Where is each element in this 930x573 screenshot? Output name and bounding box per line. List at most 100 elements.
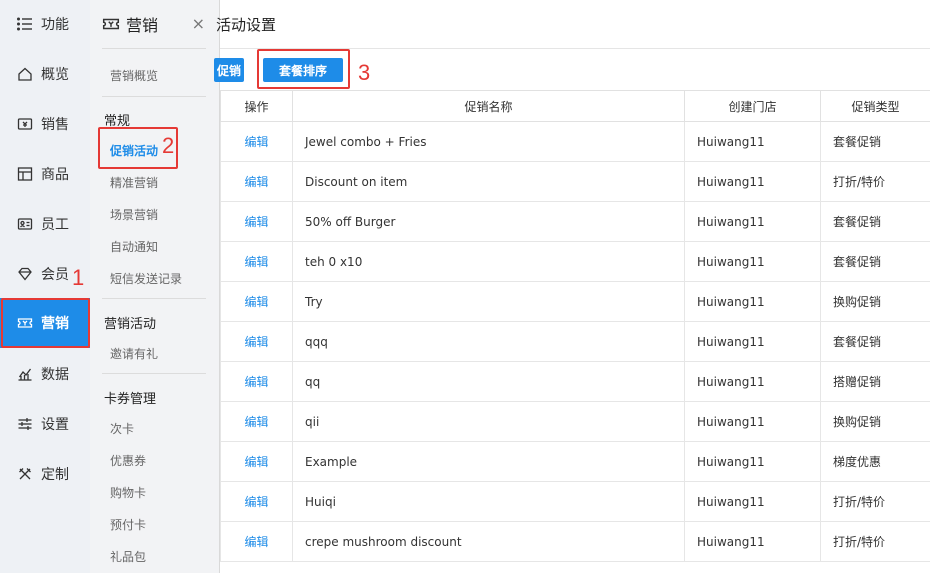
promotion-type-cell: 打折/特价 [820, 161, 930, 202]
diamond-icon [16, 265, 34, 283]
table-row: 编辑 Discount on item Huiwang11 打折/特价 [220, 161, 930, 202]
nav-item-label: 员工 [41, 217, 69, 233]
nav-item-label: 概览 [41, 67, 69, 83]
divider [102, 373, 206, 374]
edit-link[interactable]: 编辑 [244, 455, 268, 469]
table-row: 编辑 qq Huiwang11 搭赠促销 [220, 361, 930, 402]
column-header-name: 促销名称 [292, 90, 685, 122]
submenu-item-sms-records[interactable]: 短信发送记录 [110, 270, 182, 287]
promotion-name-cell: crepe mushroom discount [292, 521, 685, 562]
submenu-title: 营销 [126, 16, 159, 35]
promotion-type-cell: 换购促销 [820, 401, 930, 442]
edit-cell: 编辑 [220, 521, 293, 562]
edit-cell: 编辑 [220, 241, 293, 282]
coupon-icon [102, 18, 120, 30]
promo-button[interactable]: 促销 [214, 58, 244, 82]
chart-icon [16, 365, 34, 383]
edit-link[interactable]: 编辑 [244, 295, 268, 309]
cash-register-icon [16, 115, 34, 133]
edit-link[interactable]: 编辑 [244, 375, 268, 389]
nav-item-sales[interactable]: 销售 [0, 100, 90, 148]
sliders-icon [16, 415, 34, 433]
edit-cell: 编辑 [220, 401, 293, 442]
nav-item-staff[interactable]: 员工 [0, 200, 90, 248]
promotion-name-cell: teh 0 x10 [292, 241, 685, 282]
promotion-name-cell: Example [292, 441, 685, 482]
tools-icon [16, 465, 34, 483]
submenu-item-invite[interactable]: 邀请有礼 [110, 345, 158, 362]
submenu-header: 营销 [102, 12, 158, 36]
nav-item-label: 商品 [41, 167, 69, 183]
submenu-item-promotions[interactable]: 促销活动 [110, 142, 158, 159]
table-row: 编辑 50% off Burger Huiwang11 套餐促销 [220, 201, 930, 242]
store-cell: Huiwang11 [684, 121, 821, 162]
submenu-item-coupons[interactable]: 优惠券 [110, 452, 146, 469]
nav-item-label: 定制 [41, 467, 69, 483]
promotion-name-cell: Discount on item [292, 161, 685, 202]
store-cell: Huiwang11 [684, 441, 821, 482]
submenu-item-times-card[interactable]: 次卡 [110, 420, 134, 437]
nav-item-features[interactable]: 功能 [0, 0, 90, 48]
edit-cell: 编辑 [220, 441, 293, 482]
submenu-item-overview[interactable]: 营销概览 [110, 67, 158, 84]
edit-link[interactable]: 编辑 [244, 335, 268, 349]
nav-item-marketing[interactable]: 营销 [0, 298, 90, 348]
promotion-type-cell: 套餐促销 [820, 241, 930, 282]
store-cell: Huiwang11 [684, 481, 821, 522]
submenu-item-prepaid-card[interactable]: 预付卡 [110, 516, 146, 533]
edit-cell: 编辑 [220, 281, 293, 322]
main-content: 活动设置 促销 套餐排序 操作 促销名称 创建门店 促销类型 编辑 Jewel c… [214, 0, 930, 573]
menu-list-icon [16, 15, 34, 33]
store-cell: Huiwang11 [684, 201, 821, 242]
submenu-item-precision-marketing[interactable]: 精准营销 [110, 174, 158, 191]
submenu-item-auto-notify[interactable]: 自动通知 [110, 238, 158, 255]
column-header-action: 操作 [220, 90, 293, 122]
promotion-name-cell: Try [292, 281, 685, 322]
annotation-number: 3 [358, 60, 371, 85]
divider [220, 48, 930, 49]
edit-link[interactable]: 编辑 [244, 135, 268, 149]
table-row: 编辑 Example Huiwang11 梯度优惠 [220, 441, 930, 482]
edit-link[interactable]: 编辑 [244, 255, 268, 269]
edit-link[interactable]: 编辑 [244, 495, 268, 509]
store-cell: Huiwang11 [684, 241, 821, 282]
edit-cell: 编辑 [220, 481, 293, 522]
nav-item-custom[interactable]: 定制 [0, 450, 90, 498]
promotion-name-cell: 50% off Burger [292, 201, 685, 242]
table-row: 编辑 Jewel combo + Fries Huiwang11 套餐促销 [220, 121, 930, 162]
promotion-name-cell: Huiqi [292, 481, 685, 522]
edit-link[interactable]: 编辑 [244, 535, 268, 549]
table-row: 编辑 crepe mushroom discount Huiwang11 打折/特价 [220, 521, 930, 562]
nav-item-products[interactable]: 商品 [0, 150, 90, 198]
edit-link[interactable]: 编辑 [244, 215, 268, 229]
promotion-type-cell: 换购促销 [820, 281, 930, 322]
store-cell: Huiwang11 [684, 281, 821, 322]
nav-item-data[interactable]: 数据 [0, 350, 90, 398]
submenu-item-scene-marketing[interactable]: 场景营销 [110, 206, 158, 223]
column-header-store: 创建门店 [684, 90, 821, 122]
nav-item-settings[interactable]: 设置 [0, 400, 90, 448]
close-icon[interactable]: × [192, 14, 205, 33]
promotion-type-cell: 搭赠促销 [820, 361, 930, 402]
edit-link[interactable]: 编辑 [244, 175, 268, 189]
annotation-number: 1 [72, 265, 85, 290]
promotion-name-cell: qqq [292, 321, 685, 362]
edit-cell: 编辑 [220, 321, 293, 362]
promotion-type-cell: 打折/特价 [820, 481, 930, 522]
annotation-number: 2 [162, 133, 175, 158]
submenu-group-title: 常规 [104, 114, 131, 129]
submenu-item-shopping-card[interactable]: 购物卡 [110, 484, 146, 501]
nav-item-label: 数据 [41, 367, 69, 383]
edit-link[interactable]: 编辑 [244, 415, 268, 429]
id-card-icon [16, 215, 34, 233]
package-sort-button[interactable]: 套餐排序 [263, 58, 343, 82]
promotion-name-cell: Jewel combo + Fries [292, 121, 685, 162]
promotion-type-cell: 套餐促销 [820, 201, 930, 242]
nav-item-label: 会员 [41, 267, 69, 283]
table-row: 编辑 teh 0 x10 Huiwang11 套餐促销 [220, 241, 930, 282]
nav-item-overview[interactable]: 概览 [0, 50, 90, 98]
table-body: 编辑 Jewel combo + Fries Huiwang11 套餐促销 编辑 Disc… [220, 121, 930, 562]
promotions-table: 操作 促销名称 创建门店 促销类型 编辑 Jewel combo + Fries H… [220, 90, 930, 562]
store-cell: Huiwang11 [684, 401, 821, 442]
submenu-item-gift-pack[interactable]: 礼品包 [110, 548, 146, 565]
